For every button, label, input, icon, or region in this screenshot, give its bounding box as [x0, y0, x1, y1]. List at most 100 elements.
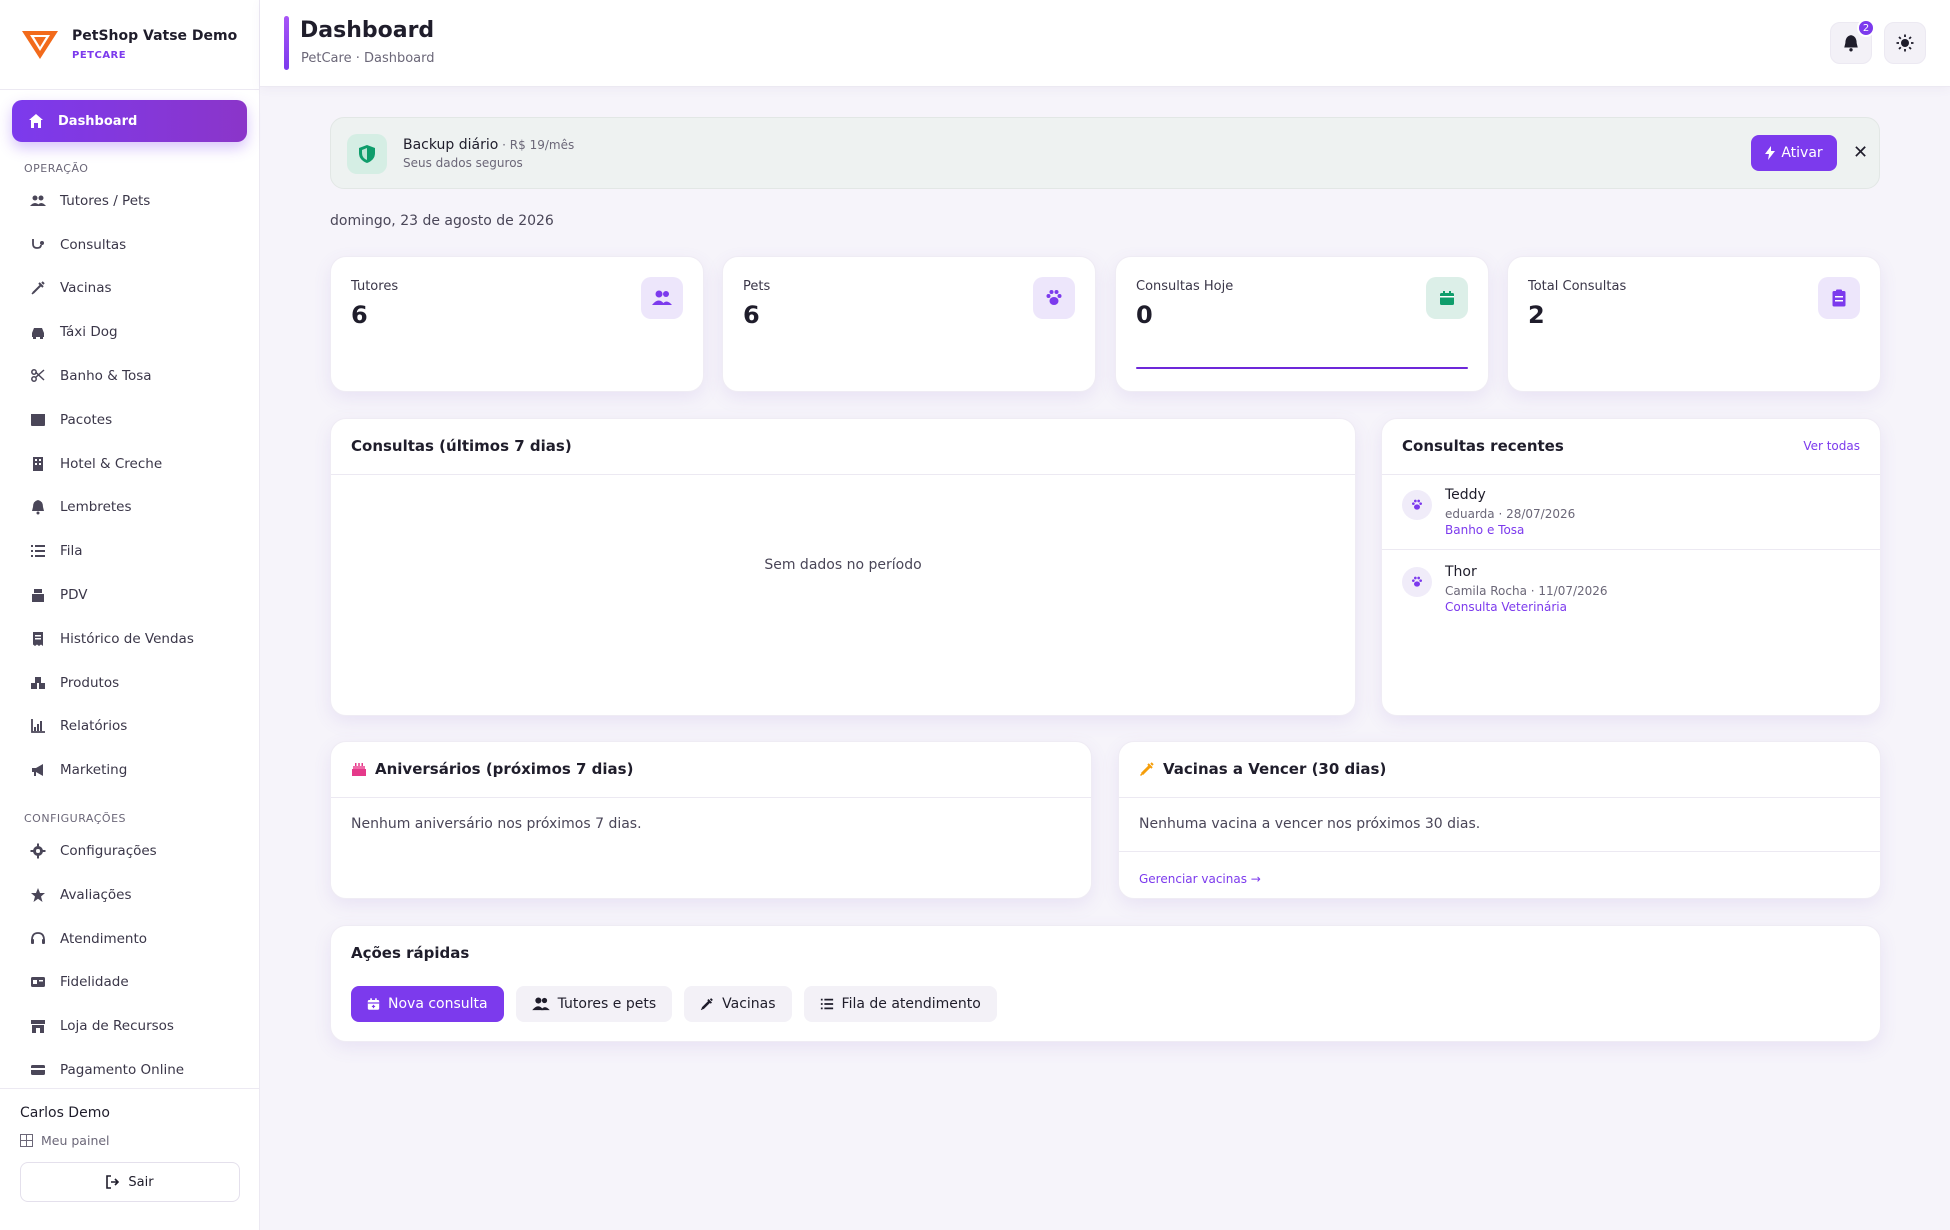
notification-count-badge: 2 [1857, 19, 1875, 37]
sidebar-nav: Dashboard OPERAÇÃO Tutores / Pets Consul… [0, 90, 259, 1092]
current-date: domingo, 23 de agosto de 2026 [330, 213, 554, 229]
brand-subtitle: PETCARE [72, 50, 127, 61]
sidebar-item-historico[interactable]: Histórico de Vendas [12, 617, 247, 661]
sidebar-item-label: Produtos [60, 674, 120, 691]
sidebar-item-avaliacoes[interactable]: Avaliações [12, 873, 247, 917]
my-panel-link[interactable]: Meu painel [20, 1133, 239, 1148]
sidebar-item-label: Lembretes [60, 499, 132, 516]
syringe-icon [1139, 762, 1154, 777]
tutors-pets-label: Tutores e pets [557, 996, 657, 1012]
notifications-button[interactable]: 2 [1830, 19, 1875, 64]
sidebar-item-dashboard[interactable]: Dashboard [12, 100, 247, 142]
cake-icon [352, 763, 366, 776]
sidebar-item-pdv[interactable]: PDV [12, 573, 247, 617]
stat-card-pets: Pets 6 [722, 256, 1096, 392]
sidebar-item-label: Pagamento Online [60, 1062, 185, 1079]
new-consultation-label: Nova consulta [388, 996, 488, 1012]
receipt-icon [30, 631, 46, 647]
sidebar-item-pagamento[interactable]: Pagamento Online [12, 1048, 247, 1092]
sidebar-item-consultas[interactable]: Consultas [12, 223, 247, 267]
manage-vaccines-link[interactable]: Gerenciar vacinas → [1139, 872, 1261, 886]
sidebar-item-label: Marketing [60, 762, 128, 779]
card-title: Consultas recentes [1402, 437, 1564, 455]
header-accent-bar [284, 16, 289, 70]
stat-label: Tutores [351, 279, 399, 294]
brand-name: PetShop Vatse Demo [72, 28, 238, 44]
logout-button[interactable]: Sair [20, 1162, 240, 1202]
sidebar-item-label: Fila [60, 543, 83, 560]
calendar-icon [1426, 277, 1468, 319]
sidebar-item-marketing[interactable]: Marketing [12, 748, 247, 792]
shield-icon [347, 134, 387, 174]
stat-value: 6 [351, 301, 368, 329]
clipboard-icon [1818, 277, 1860, 319]
new-consultation-button[interactable]: Nova consulta [351, 986, 504, 1022]
sidebar-item-configuracoes[interactable]: Configurações [12, 829, 247, 873]
sidebar-item-atendimento[interactable]: Atendimento [12, 917, 247, 961]
sidebar-item-label: Atendimento [60, 930, 148, 947]
card-title: Ações rápidas [351, 944, 470, 962]
birthdays-card: Aniversários (próximos 7 dias) Nenhum an… [330, 741, 1092, 899]
queue-button[interactable]: Fila de atendimento [803, 986, 997, 1022]
sidebar-item-pacotes[interactable]: Pacotes [12, 398, 247, 442]
divider [1119, 797, 1880, 798]
list-item[interactable]: Thor Camila Rocha · 11/07/2026 Consulta … [1382, 551, 1880, 627]
close-icon[interactable]: ✕ [1853, 142, 1868, 163]
sidebar-item-label: Relatórios [60, 718, 128, 735]
sidebar-item-vacinas[interactable]: Vacinas [12, 267, 247, 311]
theme-toggle-button[interactable] [1884, 22, 1926, 64]
credit-card-icon [30, 1062, 46, 1078]
building-icon [30, 456, 46, 472]
card-title: Aniversários (próximos 7 dias) [351, 760, 633, 778]
stat-value: 6 [743, 301, 760, 329]
banner-title: Backup diário · R$ 19/mês [403, 137, 575, 153]
sidebar-item-fidelidade[interactable]: Fidelidade [12, 961, 247, 1005]
activate-button[interactable]: Ativar [1751, 135, 1837, 171]
nav-section-operation: OPERAÇÃO [24, 162, 89, 175]
paw-icon [1033, 277, 1075, 319]
megaphone-icon [30, 762, 46, 778]
syringe-icon [30, 280, 46, 296]
sidebar-item-relatorios[interactable]: Relatórios [12, 705, 247, 749]
list-icon [820, 998, 833, 1010]
list-item[interactable]: Teddy eduarda · 28/07/2026 Banho e Tosa [1382, 474, 1880, 550]
box-icon [30, 412, 46, 428]
user-name: Carlos Demo [20, 1105, 110, 1121]
sidebar-item-fila[interactable]: Fila [12, 529, 247, 573]
brand[interactable]: PetShop Vatse Demo PETCARE [0, 0, 259, 90]
tutors-pets-button[interactable]: Tutores e pets [515, 986, 673, 1022]
sidebar-item-label: Avaliações [60, 886, 132, 903]
divider [1382, 549, 1880, 550]
divider [331, 797, 1091, 798]
sidebar-item-loja[interactable]: Loja de Recursos [12, 1004, 247, 1048]
sidebar-item-label: Consultas [60, 236, 127, 253]
sidebar-item-label: Dashboard [58, 113, 138, 129]
chart-icon [30, 718, 46, 734]
sidebar-item-banho-tosa[interactable]: Banho & Tosa [12, 354, 247, 398]
vaccines-button[interactable]: Vacinas [684, 986, 792, 1022]
grid-icon [20, 1134, 33, 1147]
service-link[interactable]: Banho e Tosa [1445, 523, 1524, 537]
users-icon [30, 193, 46, 209]
boxes-icon [30, 675, 46, 691]
sidebar-item-hotel-creche[interactable]: Hotel & Creche [12, 442, 247, 486]
sun-icon [1896, 34, 1914, 52]
service-link[interactable]: Consulta Veterinária [1445, 600, 1567, 614]
nav-section-config: CONFIGURAÇÕES [24, 812, 127, 826]
banner-subtitle: Seus dados seguros [403, 156, 523, 170]
my-panel-label: Meu painel [41, 1133, 110, 1148]
logout-icon [106, 1175, 120, 1189]
consultation-meta: eduarda · 28/07/2026 [1445, 507, 1576, 521]
empty-state: Sem dados no período [764, 557, 922, 573]
sidebar-item-tutores[interactable]: Tutores / Pets [12, 179, 247, 223]
see-all-link[interactable]: Ver todas [1803, 439, 1860, 453]
divider [331, 474, 1355, 475]
banner-price: · R$ 19/mês [498, 138, 575, 152]
sidebar-item-produtos[interactable]: Produtos [12, 661, 247, 705]
sidebar-item-taxi-dog[interactable]: Táxi Dog [12, 310, 247, 354]
sidebar-item-label: Vacinas [60, 280, 112, 297]
sidebar-item-lembretes[interactable]: Lembretes [12, 486, 247, 530]
stat-card-tutores: Tutores 6 [330, 256, 704, 392]
sidebar-item-label: Fidelidade [60, 974, 129, 991]
vaccines-label: Vacinas [722, 996, 776, 1012]
